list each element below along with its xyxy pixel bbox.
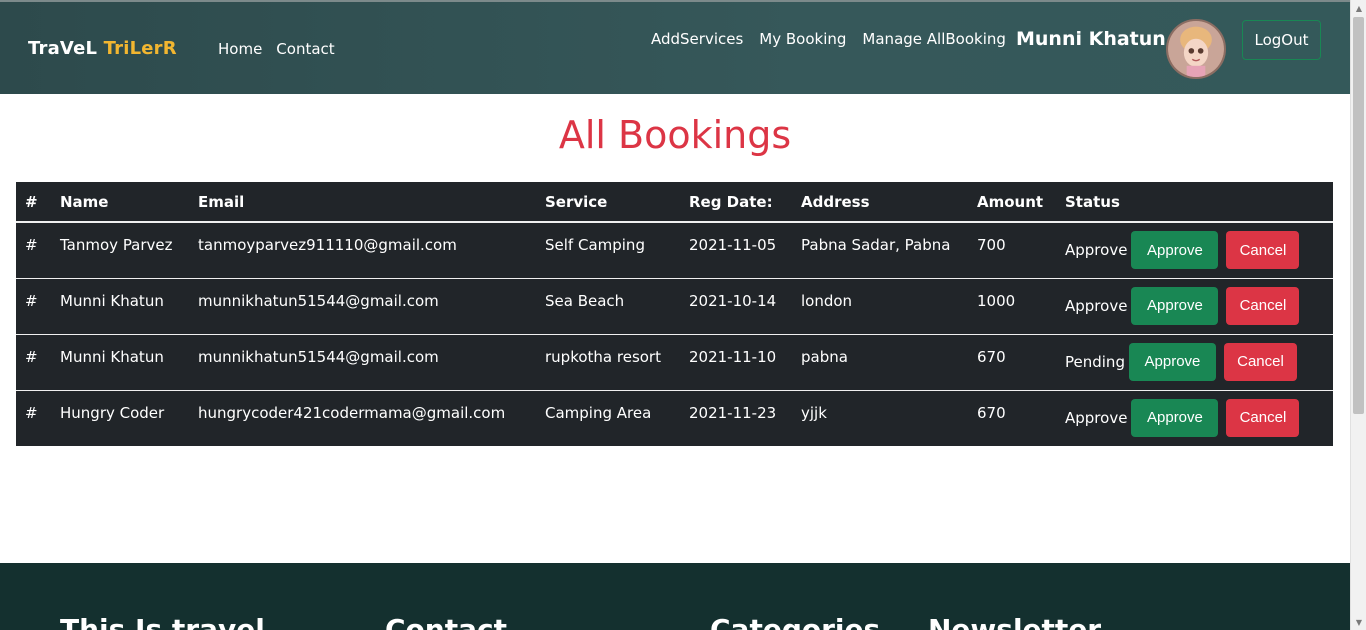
- bookings-table: # Name Email Service Reg Date: Address A…: [16, 182, 1333, 446]
- table-header-row: # Name Email Service Reg Date: Address A…: [16, 182, 1333, 223]
- cell-hash: #: [16, 389, 52, 446]
- nav-link-contact[interactable]: Contact: [276, 40, 334, 58]
- column-header-address: Address: [793, 182, 969, 223]
- approve-button[interactable]: Approve: [1128, 342, 1216, 381]
- column-header-name: Name: [52, 182, 190, 223]
- cell-reg-date: 2021-11-23: [681, 389, 793, 446]
- cell-service: Sea Beach: [537, 277, 681, 334]
- cell-address: london: [793, 277, 969, 334]
- column-header-email: Email: [190, 182, 537, 223]
- cell-hash: #: [25, 236, 38, 254]
- cell-status: Pending Approve Cancel: [1057, 333, 1333, 390]
- approve-button[interactable]: Approve: [1131, 286, 1219, 325]
- cell-name: Hungry Coder: [52, 389, 190, 446]
- column-header-amount: Amount: [969, 182, 1057, 223]
- avatar-image-icon: [1168, 21, 1224, 77]
- footer-heading-about: This Is travel: [60, 613, 265, 630]
- footer-heading-categories: Categories: [710, 613, 881, 630]
- nav-link-my-booking[interactable]: My Booking: [759, 30, 846, 48]
- cell-address: yjjk: [793, 389, 969, 446]
- cell-email: munnikhatun51544@gmail.com: [190, 277, 537, 334]
- user-display-name: Munni Khatun: [1016, 28, 1166, 50]
- footer-heading-contact: Contact: [385, 613, 507, 630]
- cancel-button[interactable]: Cancel: [1223, 342, 1297, 381]
- cell-status: Approve Approve Cancel: [1057, 277, 1333, 334]
- table-row: # Munni Khatun munnikhatun51544@gmail.co…: [16, 277, 1333, 334]
- column-header-status: Status: [1057, 182, 1333, 223]
- table-row: # Munni Khatun munnikhatun51544@gmail.co…: [16, 333, 1333, 390]
- cell-name: Munni Khatun: [52, 333, 190, 390]
- scroll-down-arrow-icon[interactable]: ▼: [1351, 614, 1366, 630]
- status-text: Approve: [1065, 296, 1128, 315]
- table-row: # Hungry Coder hungrycoder421codermama@g…: [16, 389, 1333, 446]
- brand-logo[interactable]: TraVeL TriLerR: [28, 38, 177, 59]
- cell-amount: 670: [969, 389, 1057, 446]
- footer-heading-newsletter: Newsletter: [928, 613, 1102, 630]
- cell-hash: #: [16, 277, 52, 334]
- scrollbar-thumb[interactable]: [1353, 17, 1364, 414]
- status-text: Approve: [1065, 408, 1128, 427]
- user-nav: AddServices My Booking Manage AllBooking: [651, 30, 1006, 48]
- status-text: Pending: [1065, 352, 1125, 371]
- cell-reg-date: 2021-11-10: [681, 333, 793, 390]
- cell-hash: #: [16, 333, 52, 390]
- cell-service: Self Camping: [545, 236, 645, 254]
- nav-link-home[interactable]: Home: [218, 40, 262, 58]
- cell-status: Approve Approve Cancel: [1057, 222, 1333, 278]
- cell-amount: 1000: [969, 277, 1057, 334]
- cell-name: Munni Khatun: [52, 277, 190, 334]
- status-text: Approve: [1065, 241, 1128, 259]
- top-navbar: TraVeL TriLerR Home Contact AddServices …: [0, 0, 1350, 94]
- column-header-hash: #: [16, 182, 52, 223]
- cell-email: hungrycoder421codermama@gmail.com: [190, 389, 537, 446]
- nav-link-manage-all-booking[interactable]: Manage AllBooking: [862, 30, 1005, 48]
- cell-email: tanmoyparvez911110@gmail.com: [198, 236, 457, 254]
- cell-address: pabna: [793, 333, 969, 390]
- vertical-scrollbar[interactable]: ▲ ▼: [1350, 0, 1366, 630]
- table-row: # Tanmoy Parvez tanmoyparvez911110@gmail…: [16, 222, 1333, 278]
- column-header-service: Service: [537, 182, 681, 223]
- cell-service: rupkotha resort: [537, 333, 681, 390]
- cell-name: Tanmoy Parvez: [60, 236, 173, 254]
- cell-status: Approve Approve Cancel: [1057, 389, 1333, 446]
- brand-text-primary: TraVeL: [28, 38, 98, 59]
- scroll-up-arrow-icon[interactable]: ▲: [1351, 0, 1366, 16]
- nav-link-add-services[interactable]: AddServices: [651, 30, 743, 48]
- cell-service: Camping Area: [537, 389, 681, 446]
- cell-address: Pabna Sadar, Pabna: [801, 236, 951, 254]
- site-footer: This Is travel Contact Categories Newsle…: [0, 563, 1350, 630]
- cell-amount: 670: [969, 333, 1057, 390]
- cancel-button[interactable]: Cancel: [1226, 398, 1300, 437]
- brand-text-accent: TriLerR: [103, 38, 177, 59]
- approve-button[interactable]: Approve: [1131, 231, 1219, 269]
- cell-amount: 700: [977, 236, 1006, 254]
- cancel-button[interactable]: Cancel: [1226, 231, 1300, 269]
- cell-reg-date: 2021-10-14: [681, 277, 793, 334]
- logout-button[interactable]: LogOut: [1242, 20, 1321, 60]
- cell-email: munnikhatun51544@gmail.com: [190, 333, 537, 390]
- page-title: All Bookings: [558, 113, 792, 157]
- cell-reg-date: 2021-11-05: [689, 236, 777, 254]
- primary-nav: Home Contact: [218, 40, 335, 58]
- avatar[interactable]: [1166, 19, 1226, 79]
- column-header-reg-date: Reg Date:: [681, 182, 793, 223]
- approve-button[interactable]: Approve: [1131, 398, 1219, 437]
- cancel-button[interactable]: Cancel: [1226, 286, 1300, 325]
